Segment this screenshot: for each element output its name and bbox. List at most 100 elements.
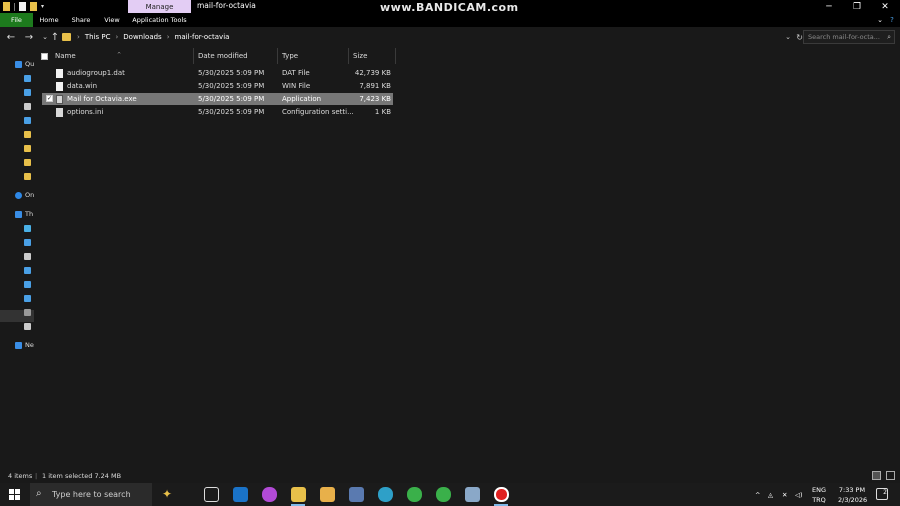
nav-item-local-disk[interactable]: L [24,320,34,332]
row-checkbox-checked[interactable]: ✓ [46,95,53,102]
breadcrumb-separator[interactable]: › [115,33,118,41]
network-tray-icon[interactable]: ◬ [768,483,773,506]
file-name[interactable]: Mail for Octavia.exe [67,95,137,103]
monitor-app-icon[interactable] [349,487,364,502]
breadcrumb-separator[interactable]: › [167,33,170,41]
select-all-checkbox[interactable] [41,53,48,60]
nav-item-desktop[interactable]: D [24,236,34,248]
close-button[interactable]: ✕ [871,0,899,13]
column-divider[interactable] [348,48,349,64]
nav-item-folder[interactable]: C [24,142,34,154]
nav-item-videos[interactable]: V [24,306,34,318]
file-row[interactable]: audiogroup1.dat 5/30/2025 5:09 PM DAT Fi… [42,67,393,79]
file-row[interactable]: options.ini 5/30/2025 5:09 PM Configurat… [42,106,393,118]
language-indicator[interactable]: ENG TRQ [808,485,830,505]
nav-item-this-pc[interactable]: Th [15,208,34,220]
m365-icon[interactable] [262,487,277,502]
tab-application-tools[interactable]: Application Tools [128,13,191,27]
nav-item-network[interactable]: Ne [15,339,34,351]
task-view-icon[interactable] [204,487,219,502]
column-header-name[interactable]: Name [55,52,76,60]
column-divider[interactable] [277,48,278,64]
nav-item-music[interactable]: M [24,278,34,290]
up-button[interactable]: ↑ [48,30,62,44]
chevron-down-icon[interactable]: ▾ [41,3,44,10]
ini-file-icon [56,108,63,117]
nav-item-3d-objects[interactable]: 3 [24,222,34,234]
tab-view[interactable]: View [100,13,124,27]
tab-file[interactable]: File [0,13,33,27]
search-icon[interactable]: ⌕ [887,33,891,42]
column-headers: ^ Name Date modified Type Size [34,48,396,64]
outlook-icon[interactable] [233,487,248,502]
large-icons-view-button[interactable] [886,471,895,480]
maximize-button[interactable]: ❐ [843,0,871,13]
nav-item-pictures[interactable]: P [24,114,34,126]
breadcrumb-current-folder[interactable]: mail-for-octavia [175,33,230,41]
file-type: Configuration setti... [282,108,354,116]
desktop-icon [24,74,31,82]
help-icon[interactable]: ? [885,13,899,27]
tab-home[interactable]: Home [36,13,62,27]
store-icon[interactable] [320,487,335,502]
nav-item-documents[interactable]: D [24,250,34,262]
volume-icon[interactable]: ◁) [795,483,803,506]
edge-icon[interactable] [378,487,393,502]
minimize-button[interactable]: ─ [815,0,843,13]
show-hidden-icons[interactable]: ^ [755,483,760,506]
forward-button[interactable]: → [22,30,36,44]
nav-item-folder[interactable]: F [24,156,34,168]
back-button[interactable]: ← [4,30,18,44]
breadcrumb-downloads[interactable]: Downloads [123,33,161,41]
column-header-type[interactable]: Type [282,52,298,60]
column-header-date-modified[interactable]: Date modified [198,52,248,60]
nav-item-documents[interactable]: D [24,100,34,112]
taskbar-search-box[interactable]: ⌕ Type here to search [30,483,152,506]
notification-icon[interactable]: 2 [876,488,888,500]
explorer-icon[interactable] [3,2,10,11]
nav-item-downloads[interactable]: D [24,86,34,98]
clock[interactable]: 7:33 PM 2/3/2026 [838,485,867,505]
file-row-selected[interactable]: ✓ Mail for Octavia.exe 5/30/2025 5:09 PM… [42,93,393,105]
bandicam-icon[interactable] [494,487,509,502]
nav-item-desktop[interactable]: D [24,72,34,84]
nav-item-onedrive[interactable]: On [15,189,34,201]
breadcrumb-this-pc[interactable]: This PC [85,33,111,41]
nav-item-folder[interactable]: F [24,128,34,140]
file-name[interactable]: audiogroup1.dat [67,69,125,77]
properties-icon[interactable] [19,2,26,11]
chrome-icon[interactable] [436,487,451,502]
manage-context-tab[interactable]: Manage [128,0,191,13]
copilot-icon[interactable]: ✦ [162,487,177,502]
file-row[interactable]: data.win 5/30/2025 5:09 PM WIN File 7,89… [42,80,393,92]
file-list: ^ Name Date modified Type Size audiogrou… [34,46,900,468]
address-dropdown-icon[interactable]: ⌄ [785,33,791,41]
taskbar: ⌕ Type here to search ✦ ^ ◬ ✕ ◁) ENG TRQ… [0,483,900,506]
ribbon-tabs: File Home Share View Application Tools ⌄… [0,13,900,27]
window-app-icon[interactable] [465,487,480,502]
column-divider[interactable] [395,48,396,64]
nav-item-downloads[interactable]: D [24,264,34,276]
file-name[interactable]: data.win [67,82,97,90]
status-bar: 4 items | 1 item selected 7.24 MB [0,468,900,483]
new-folder-icon[interactable] [30,2,37,11]
file-name[interactable]: options.ini [67,108,103,116]
refresh-icon[interactable]: ↻ [796,33,803,42]
column-divider[interactable] [193,48,194,64]
column-header-size[interactable]: Size [353,52,367,60]
search-input[interactable]: Search mail-for-octa... ⌕ [803,30,895,44]
file-explorer-icon[interactable] [291,487,306,502]
file-type: Application [282,95,322,103]
dat-file-icon [56,69,63,78]
nav-item-quick-access[interactable]: Qu [15,58,34,70]
chrome-icon[interactable] [407,487,422,502]
window-title: mail-for-octavia [197,1,256,10]
tab-share[interactable]: Share [68,13,94,27]
ime-tray-icon[interactable]: ✕ [782,483,787,506]
details-view-button[interactable] [872,471,881,480]
breadcrumb[interactable]: › This PC › Downloads › mail-for-octavia… [62,30,803,44]
windows-start-icon[interactable] [9,489,20,500]
breadcrumb-separator[interactable]: › [77,33,80,41]
nav-item-pictures[interactable]: P [24,292,34,304]
nav-item-folder[interactable]: V [24,170,34,182]
